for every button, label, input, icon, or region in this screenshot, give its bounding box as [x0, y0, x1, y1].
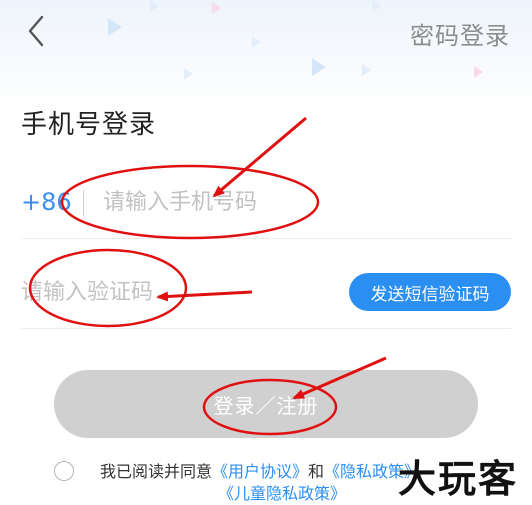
user-agreement-link[interactable]: 《用户协议》	[212, 462, 308, 481]
chevron-left-icon	[28, 15, 44, 47]
back-button[interactable]	[22, 14, 52, 48]
country-code[interactable]: +86	[21, 188, 72, 216]
phone-input[interactable]	[103, 184, 493, 220]
decorative-triangle	[474, 66, 483, 78]
agreement-checkbox[interactable]	[54, 461, 74, 481]
agreement-text: 我已阅读并同意《用户协议》和《隐私政策》 《儿童隐私政策》	[100, 461, 430, 505]
decorative-triangle	[362, 64, 371, 76]
decorative-triangle	[372, 0, 381, 12]
decorative-triangle	[252, 36, 261, 48]
code-row: 发送短信验证码	[21, 256, 511, 329]
country-code-divider	[83, 190, 84, 216]
watermark-text: 大玩客	[397, 457, 518, 501]
login-register-button[interactable]: 登录／注册	[54, 370, 478, 438]
decorative-triangle	[150, 0, 159, 12]
verification-code-input[interactable]	[21, 274, 321, 310]
decorative-triangle	[212, 2, 221, 14]
decorative-triangle	[312, 58, 326, 76]
password-login-link[interactable]: 密码登录	[410, 16, 510, 51]
child-privacy-policy-link[interactable]: 《儿童隐私政策》	[218, 484, 346, 503]
send-sms-code-button[interactable]: 发送短信验证码	[349, 273, 511, 311]
decorative-triangle	[184, 68, 193, 80]
agreement-prefix: 我已阅读并同意	[100, 462, 213, 481]
phone-row: +86	[21, 166, 511, 239]
page-title: 手机号登录	[21, 110, 157, 140]
decorative-triangle	[108, 18, 122, 36]
agreement-and: 和	[308, 462, 325, 481]
